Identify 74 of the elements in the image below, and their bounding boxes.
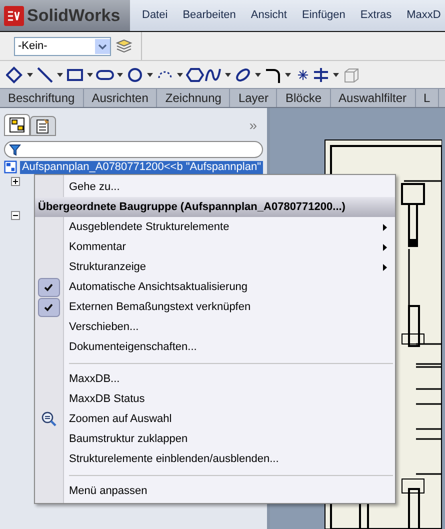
menu-item[interactable]: Baumstruktur zuklappen <box>35 429 395 449</box>
menu-bar-item[interactable]: MaxxD <box>406 7 441 24</box>
menu-item-label: Automatische Ansichtsaktualisierung <box>68 280 248 295</box>
caret-icon[interactable] <box>117 72 123 77</box>
menu-item[interactable]: MaxxDB Status <box>35 389 395 409</box>
document-icon <box>36 118 50 134</box>
command-tab[interactable]: Blöcke <box>277 89 331 108</box>
command-tab[interactable]: Beschriftung <box>0 89 84 108</box>
menu-item-label: Dokumenteigenschaften... <box>68 340 197 355</box>
menu-item-label: MaxxDB Status <box>68 392 145 407</box>
filter-icon <box>9 144 21 156</box>
command-tab[interactable]: Layer <box>230 89 278 108</box>
menu-bar-item[interactable]: Einfügen <box>302 7 346 24</box>
menu-item-label: Ausgeblendete Strukturelemente <box>68 220 230 235</box>
trim-icon[interactable] <box>312 66 330 84</box>
menu-item[interactable]: Strukturelemente einblenden/ausblenden... <box>35 449 395 469</box>
caret-icon[interactable] <box>87 72 93 77</box>
command-tab[interactable]: Zeichnung <box>157 89 230 108</box>
filter-field[interactable] <box>4 141 263 158</box>
dimension-icon[interactable] <box>6 66 24 84</box>
menu-item-label: Gehe zu... <box>68 180 120 195</box>
expand-icon[interactable] <box>11 177 20 186</box>
menu-item[interactable]: Automatische Ansichtsaktualisierung <box>35 277 395 297</box>
menu-header: Übergeordnete Baugruppe (Aufspannplan_A0780771200...) <box>35 197 395 217</box>
caret-icon[interactable] <box>225 72 231 77</box>
menu-item[interactable]: Strukturanzeige <box>35 257 395 277</box>
menu-item[interactable]: Verschieben... <box>35 317 395 337</box>
menu-item-label: Kommentar <box>68 240 126 255</box>
menu-item[interactable]: Externen Bemaßungstext verknüpfen <box>35 297 395 317</box>
caret-icon[interactable] <box>255 72 261 77</box>
menu-item-label: Externen Bemaßungstext verknüpfen <box>68 300 251 315</box>
menu-item-label: Verschieben... <box>68 320 139 335</box>
menu-item-label: Strukturelemente einblenden/ausblenden... <box>68 452 279 467</box>
menu-item-label: Menü anpassen <box>68 484 148 499</box>
menu-bar-item[interactable]: Extras <box>360 7 392 24</box>
menu-item[interactable]: MaxxDB... <box>35 369 395 389</box>
caret-icon[interactable] <box>147 72 153 77</box>
menu-item[interactable]: Kommentar <box>35 237 395 257</box>
ellipse-icon[interactable] <box>234 66 252 84</box>
menu-bar-item[interactable]: Bearbeiten <box>182 7 236 24</box>
menu-item[interactable]: Gehe zu... <box>35 177 395 197</box>
menu-item[interactable]: Menü anpassen <box>35 481 395 501</box>
menu-item-label: Zoomen auf Auswahl <box>68 412 172 427</box>
app-logo-text: SolidWorks <box>27 4 120 27</box>
tree-root-item[interactable]: Aufspannplan_A0780771200<<b "Aufspannplan" <box>20 160 263 174</box>
menu-bar-item[interactable]: Datei <box>142 7 168 24</box>
menu-item-label: MaxxDB... <box>68 372 120 387</box>
expand-panel-button[interactable]: » <box>249 118 263 136</box>
menu-item[interactable]: Dokumenteigenschaften... <box>35 337 395 357</box>
properties-tab[interactable] <box>30 116 56 136</box>
caret-icon[interactable] <box>27 72 33 77</box>
layers-icon[interactable] <box>115 38 133 54</box>
caret-icon[interactable] <box>285 72 291 77</box>
polygon-icon[interactable] <box>186 66 204 84</box>
menu-item[interactable]: Zoomen auf Auswahl <box>35 409 395 429</box>
collapse-icon[interactable] <box>11 211 20 220</box>
tree-icon <box>9 117 25 134</box>
layer-dropdown[interactable]: -Kein- <box>14 36 111 56</box>
command-tab[interactable]: L <box>416 89 440 108</box>
command-tab[interactable]: Auswahlfilter <box>330 89 416 108</box>
zoom-icon <box>41 411 57 427</box>
caret-icon[interactable] <box>333 72 339 77</box>
circle-icon[interactable] <box>126 66 144 84</box>
feature-tree-tab[interactable] <box>4 114 30 136</box>
line-icon[interactable] <box>36 66 54 84</box>
menu-bar-item[interactable]: Ansicht <box>250 7 287 24</box>
menu-item[interactable]: Ausgeblendete Strukturelemente <box>35 217 395 237</box>
caret-icon[interactable] <box>177 72 183 77</box>
logo-icon <box>4 6 24 26</box>
menu-item-label: Strukturanzeige <box>68 260 146 275</box>
menu-item-label: Baumstruktur zuklappen <box>68 432 188 447</box>
caret-icon[interactable] <box>57 72 63 77</box>
command-tab[interactable]: Ausrichten <box>84 89 158 108</box>
drawing-tree-icon <box>4 159 17 176</box>
